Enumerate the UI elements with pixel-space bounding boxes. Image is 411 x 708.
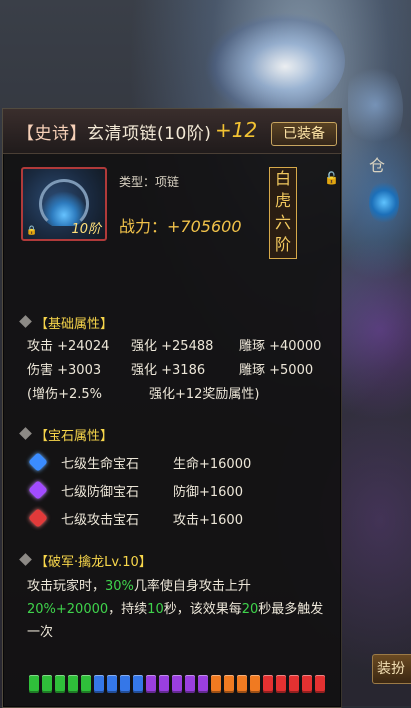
attr-cell: (增伤+2.5% xyxy=(27,387,102,402)
quality-segment xyxy=(120,675,130,693)
attr-cell: 伤害 +3003 xyxy=(27,363,102,378)
life-gem-icon xyxy=(28,452,48,472)
defense-gem-icon xyxy=(28,480,48,500)
skill-value: 10 xyxy=(147,602,164,617)
quality-segment xyxy=(250,675,260,693)
attr-cell: 强化 +3186 xyxy=(131,363,206,378)
skill-line: 20%+20000，持续10秒，该效果每20秒最多触发 xyxy=(27,598,327,621)
quality-segment xyxy=(146,675,156,693)
skill-value: 30% xyxy=(105,579,134,594)
combat-power-value: +705600 xyxy=(167,217,242,236)
gem-name: 七级攻击宝石 xyxy=(61,513,140,528)
quality-segment xyxy=(185,675,195,693)
quality-segment xyxy=(198,675,208,693)
quality-segment xyxy=(55,675,65,693)
quality-segment xyxy=(302,675,312,693)
attr-cell: 攻击 +24024 xyxy=(27,339,110,354)
attr-cell: 雕琢 +5000 xyxy=(239,363,314,378)
quality-color-bar xyxy=(29,675,325,693)
item-type: 类型：项链 xyxy=(119,175,180,189)
item-icon-slot[interactable]: 🔒 10阶 xyxy=(21,167,107,241)
quality-segment xyxy=(172,675,182,693)
item-tier: 10阶 xyxy=(71,222,101,237)
skill-text: 攻击玩家时， xyxy=(27,579,106,594)
seal-char: 白 xyxy=(274,169,291,188)
diamond-bullet-icon xyxy=(19,315,32,328)
attr-cell: 雕琢 +40000 xyxy=(239,339,322,354)
section-title: 【宝石属性】 xyxy=(35,429,114,444)
gem-value: 防御+1600 xyxy=(173,485,243,500)
seal-char: 六 xyxy=(274,213,291,232)
white-tiger-mount-image xyxy=(195,6,345,116)
quality-segment xyxy=(276,675,286,693)
diamond-bullet-icon xyxy=(19,427,32,440)
bind-lock-icon: 🔒 xyxy=(26,226,38,236)
attr-cell: 强化+12奖励属性) xyxy=(149,387,260,402)
item-title: 【史诗】玄清项链(10阶) xyxy=(17,119,211,144)
quality-segment xyxy=(68,675,78,693)
side-tab-label[interactable]: 仓 xyxy=(369,152,385,176)
skill-line: 一次 xyxy=(27,625,54,640)
gem-value: 攻击+1600 xyxy=(173,513,243,528)
seal-char: 阶 xyxy=(274,235,291,254)
item-name: 玄清项链(10阶) xyxy=(87,124,212,144)
quality-segment xyxy=(263,675,273,693)
blue-flame-icon xyxy=(369,180,399,225)
quality-segment xyxy=(29,675,39,693)
tier-seal: 白 虎 六 阶 xyxy=(269,167,297,259)
gem-value: 生命+16000 xyxy=(173,457,252,472)
quality-segment xyxy=(42,675,52,693)
quality-segment xyxy=(159,675,169,693)
equipped-badge: 已装备 xyxy=(271,122,337,146)
gem-name: 七级生命宝石 xyxy=(61,457,140,472)
section-title: 【基础属性】 xyxy=(35,317,114,332)
skill-value: 20%+20000 xyxy=(27,602,109,617)
quality-segment xyxy=(107,675,117,693)
skill-text: 几率使自身攻击上升 xyxy=(133,579,251,594)
section-title: 【破军·擒龙Lv.10】 xyxy=(35,555,152,570)
enhance-level: +12 xyxy=(215,118,258,142)
skill-line: 攻击玩家时，30%几率使自身攻击上升 xyxy=(27,575,327,598)
quality-segment xyxy=(237,675,247,693)
quality-segment xyxy=(94,675,104,693)
lock-icon[interactable]: 🔓 xyxy=(324,171,339,185)
rarity-label: 【史诗】 xyxy=(17,124,87,144)
quality-segment xyxy=(211,675,221,693)
skill-text: 秒，该效果每 xyxy=(163,602,242,617)
combat-power: 战力：+705600 xyxy=(119,213,242,237)
attr-cell: 强化 +25488 xyxy=(131,339,214,354)
skill-description: 攻击玩家时，30%几率使自身攻击上升 20%+20000，持续10秒，该效果每2… xyxy=(27,575,327,644)
item-tooltip-panel: 【史诗】玄清项链(10阶) +12 已装备 🔒 10阶 类型：项链 战力：+70… xyxy=(2,108,342,708)
dress-up-button[interactable]: 装扮 xyxy=(372,654,411,684)
skill-value: 20 xyxy=(241,602,259,617)
quality-segment xyxy=(289,675,299,693)
seal-char: 虎 xyxy=(274,191,291,210)
quality-segment xyxy=(81,675,91,693)
attack-gem-icon xyxy=(28,508,48,528)
tooltip-header: 【史诗】玄清项链(10阶) +12 已装备 xyxy=(3,109,341,154)
skill-text: ，持续 xyxy=(108,602,148,617)
skill-text: 秒最多触发 xyxy=(258,602,324,617)
quality-segment xyxy=(315,675,325,693)
diamond-bullet-icon xyxy=(19,553,32,566)
gem-name: 七级防御宝石 xyxy=(61,485,140,500)
quality-segment xyxy=(224,675,234,693)
combat-power-label: 战力： xyxy=(119,217,168,236)
quality-segment xyxy=(133,675,143,693)
